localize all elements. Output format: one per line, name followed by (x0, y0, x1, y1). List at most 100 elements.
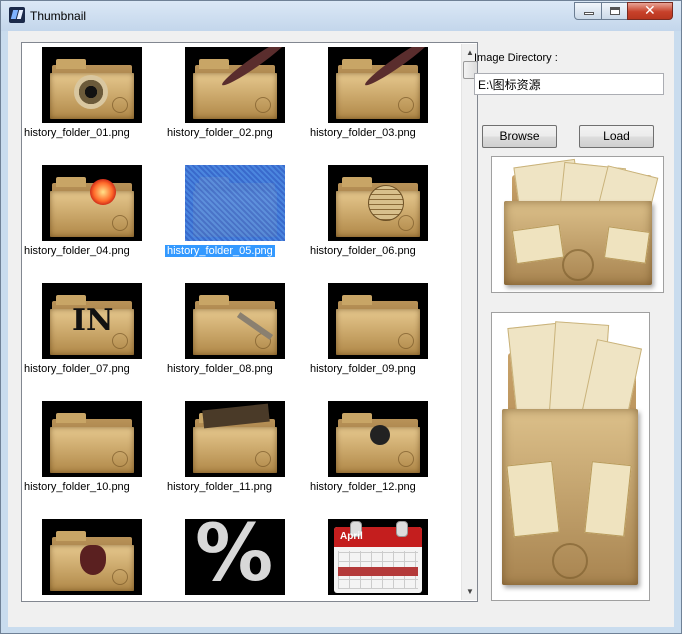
folder-tab (342, 59, 372, 69)
folder-tab (342, 295, 372, 305)
folder-tab (199, 295, 229, 305)
thumbnail-item[interactable]: % (165, 517, 285, 601)
preview-note (511, 223, 565, 265)
stamp (398, 97, 414, 113)
thumbnail-item[interactable]: IN history_folder_07.png (22, 281, 142, 391)
thumbnail-label: history_folder_02.png (165, 127, 325, 139)
scroll-down-arrow-icon[interactable]: ▼ (462, 583, 477, 600)
thumbnail-label: history_folder_10.png (22, 481, 182, 493)
minimize-button[interactable] (574, 2, 602, 20)
thumbnail-label (22, 599, 182, 601)
thumbnail-image (42, 401, 142, 477)
thumbnail-item[interactable]: history_folder_09.png (308, 281, 428, 391)
stamp (398, 451, 414, 467)
thumbnail-label-text: history_folder_12.png (310, 481, 416, 493)
preview-note (506, 460, 560, 538)
thumbnail-label-text: history_folder_04.png (24, 245, 130, 257)
stamp (398, 333, 414, 349)
in-icon: IN (72, 303, 114, 338)
app-icon (9, 7, 25, 23)
stamp (112, 97, 128, 113)
thumbnail-label-text: history_folder_02.png (167, 127, 273, 139)
thumbnail-image: April (328, 519, 428, 595)
thumbnail-label-text: history_folder_10.png (24, 481, 130, 493)
thumbnail-item[interactable]: history_folder_01.png (22, 45, 142, 155)
thumbnail-label: history_folder_01.png (22, 127, 182, 139)
thumbnail-label: history_folder_08.png (165, 363, 325, 375)
folder-tab (56, 59, 86, 69)
thumbnail-label-text: history_folder_09.png (310, 363, 416, 375)
globe-icon (368, 185, 404, 221)
thumbnail-label (308, 599, 468, 601)
title-bar[interactable]: Thumbnail ✕ (1, 1, 681, 31)
thumbnail-label (165, 599, 325, 601)
thumbnail-item[interactable]: history_folder_04.png (22, 163, 142, 273)
stamp (398, 215, 414, 231)
thumbnail-label-text (308, 599, 312, 601)
thumbnail-label-text: history_folder_01.png (24, 127, 130, 139)
thumbnail-window: Thumbnail ✕ ▲ ▼ history_folder_01.png his… (0, 0, 682, 634)
thumbnail-label: history_folder_07.png (22, 363, 182, 375)
thumbnail-label: history_folder_04.png (22, 245, 182, 257)
thumbnail-label-text: history_folder_07.png (24, 363, 130, 375)
thumbnail-item[interactable]: April (308, 517, 428, 601)
thumbnail-image (328, 47, 428, 123)
thumbnail-image (328, 401, 428, 477)
folder-tab (56, 531, 86, 541)
thumbnail-label-text (165, 599, 169, 601)
calendar-ring (396, 521, 408, 537)
folder-tab (56, 177, 86, 187)
maximize-button[interactable] (601, 2, 628, 20)
preview-note (584, 461, 632, 537)
stamp (112, 569, 128, 585)
folder-tab (56, 413, 86, 423)
calendar-month: April (340, 531, 363, 542)
thumbnail-item[interactable]: history_folder_11.png (165, 399, 285, 509)
minimize-icon (584, 12, 594, 15)
close-icon: ✕ (644, 3, 656, 19)
load-button[interactable]: Load (579, 125, 654, 148)
thumbnail-image (42, 165, 142, 241)
thumbnail-image (185, 283, 285, 359)
thumbnail-item[interactable]: history_folder_05.png (164, 163, 285, 273)
image-directory-input[interactable] (474, 73, 664, 95)
stamp (255, 451, 271, 467)
maximize-icon (610, 7, 620, 15)
thumbnail-item[interactable]: history_folder_06.png (308, 163, 428, 273)
thumbnail-item[interactable]: history_folder_12.png (308, 399, 428, 509)
thumbnail-list[interactable]: ▲ ▼ history_folder_01.png history_folder_… (21, 42, 478, 602)
preview-stamp (562, 249, 594, 281)
thumbnail-label: history_folder_12.png (308, 481, 468, 493)
preview-note (603, 226, 651, 264)
thumbnail-label: history_folder_06.png (308, 245, 468, 257)
preview-large (491, 312, 650, 601)
thumbnail-label-text: history_folder_03.png (310, 127, 416, 139)
thumbnail-image (42, 519, 142, 595)
window-title: Thumbnail (30, 9, 87, 23)
thumbnail-item[interactable]: history_folder_02.png (165, 45, 285, 155)
thumbnail-item[interactable]: history_folder_10.png (22, 399, 142, 509)
thumbnail-label-text: history_folder_11.png (167, 481, 272, 493)
thumbnail-label: history_folder_03.png (308, 127, 468, 139)
client-area: ▲ ▼ history_folder_01.png history_folder_… (8, 31, 674, 627)
percent-icon: % (195, 519, 274, 595)
selection-tint (185, 165, 285, 241)
thumbnail-label-text: history_folder_05.png (164, 244, 276, 258)
image-directory-label: Image Directory : (474, 52, 558, 64)
close-button[interactable]: ✕ (627, 2, 673, 20)
thumbnail-image (185, 165, 285, 241)
thumbnail-label: history_folder_09.png (308, 363, 468, 375)
thumbnail-item[interactable]: history_folder_03.png (308, 45, 428, 155)
stamp (112, 333, 128, 349)
calendar-band (338, 567, 418, 576)
thumbnail-image (42, 47, 142, 123)
browse-button[interactable]: Browse (482, 125, 557, 148)
thumbnail-image (328, 283, 428, 359)
preview-stamp (552, 543, 588, 579)
stamp (112, 215, 128, 231)
thumbnail-item[interactable]: history_folder_08.png (165, 281, 285, 391)
crest-icon (80, 545, 106, 575)
folder-tab (342, 413, 372, 423)
thumbnail-item[interactable] (22, 517, 142, 601)
thumbnail-image: % (185, 519, 285, 595)
